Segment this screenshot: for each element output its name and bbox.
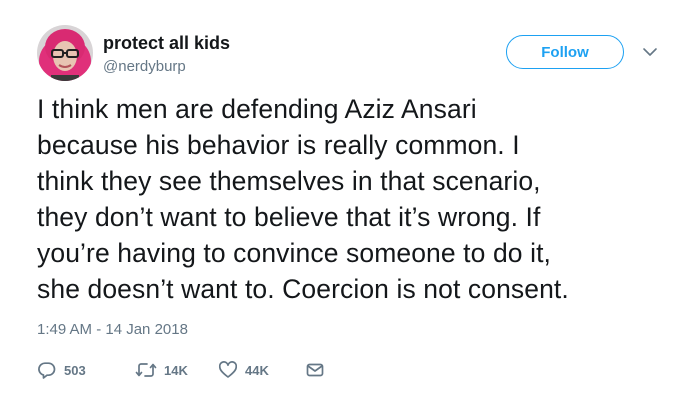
user-display-name[interactable]: protect all kids [103,33,230,54]
tweet-timestamp[interactable]: 1:49 AM - 14 Jan 2018 [37,321,188,338]
retweet-icon [135,360,157,380]
tweet-line: she doesn’t want to. Coercion is not con… [37,274,569,304]
direct-message-button[interactable] [305,359,325,381]
tweet-line: I think men are defending Aziz Ansari [37,94,477,124]
tweet-line: you’re having to convince someone to do … [37,238,551,268]
tweet-line: because his behavior is really common. I [37,130,520,160]
like-button[interactable]: 44K [218,359,269,381]
reply-count: 503 [64,362,86,378]
reply-icon [37,360,57,380]
retweet-count: 14K [164,362,188,378]
tweet-line: think they see themselves in that scenar… [37,166,541,196]
reply-button[interactable]: 503 [37,359,86,381]
like-icon [218,360,238,380]
avatar-image [37,25,93,81]
chevron-down-icon[interactable] [642,45,658,57]
like-count: 44K [245,362,269,378]
follow-button[interactable]: Follow [506,35,624,69]
follow-button-label: Follow [541,43,589,61]
retweet-button[interactable]: 14K [135,359,188,381]
user-handle[interactable]: @nerdyburp [103,58,186,75]
direct-message-icon [305,360,325,380]
tweet-text: I think men are defending Aziz Ansari be… [37,91,677,307]
avatar[interactable] [37,25,93,81]
tweet-line: they don’t want to believe that it’s wro… [37,202,541,232]
